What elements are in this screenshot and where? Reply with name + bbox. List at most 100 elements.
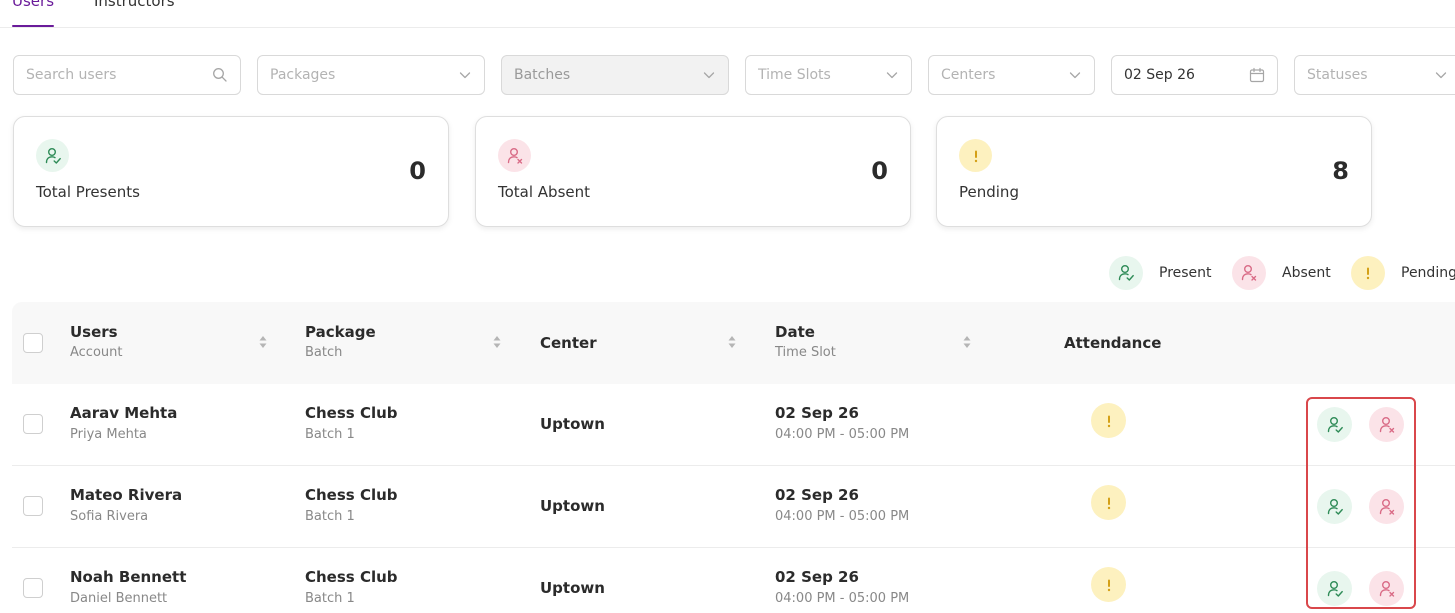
present-icon	[1325, 415, 1345, 435]
center-name: Uptown	[540, 579, 605, 597]
pending-card: Pending 8	[936, 116, 1372, 227]
pending-icon	[959, 139, 992, 172]
row-checkbox[interactable]	[23, 578, 43, 598]
package-name: Chess Club	[305, 486, 398, 504]
mark-absent-button[interactable]	[1369, 571, 1404, 606]
account-name: Priya Mehta	[70, 427, 147, 442]
date-picker[interactable]: 02 Sep 26	[1111, 55, 1278, 95]
absent-icon	[498, 139, 531, 172]
sort-icon[interactable]	[258, 334, 268, 350]
centers-select[interactable]: Centers	[928, 55, 1095, 95]
user-cell: Noah Bennett Daniel Bennett	[70, 568, 186, 606]
chevron-down-icon	[1434, 68, 1448, 82]
present-icon	[1325, 497, 1345, 517]
date-picker-value: 02 Sep 26	[1124, 67, 1195, 83]
chevron-down-icon	[458, 68, 472, 82]
total-absent-value: 0	[871, 157, 888, 185]
time-slots-select[interactable]: Time Slots	[745, 55, 912, 95]
header-package-label: Package	[305, 323, 376, 341]
package-name: Chess Club	[305, 568, 398, 586]
center-cell: Uptown	[540, 497, 605, 515]
date-cell: 02 Sep 26 04:00 PM - 05:00 PM	[775, 404, 909, 442]
header-date-label: Date	[775, 323, 815, 341]
absent-icon	[1377, 415, 1397, 435]
centers-select-label: Centers	[941, 67, 996, 83]
package-cell: Chess Club Batch 1	[305, 404, 398, 442]
pending-icon	[1351, 256, 1385, 290]
user-name[interactable]: Aarav Mehta	[70, 404, 177, 422]
package-name: Chess Club	[305, 404, 398, 422]
user-name[interactable]: Mateo Rivera	[70, 486, 182, 504]
chevron-down-icon	[702, 68, 716, 82]
date-value: 02 Sep 26	[775, 568, 859, 586]
pending-status-icon	[1091, 403, 1126, 438]
header-center[interactable]: Center	[540, 334, 597, 352]
statuses-select-label: Statuses	[1307, 67, 1368, 83]
legend-pending: Pending	[1351, 256, 1455, 290]
table-row	[12, 384, 1455, 466]
row-checkbox[interactable]	[23, 496, 43, 516]
center-cell: Uptown	[540, 579, 605, 597]
header-time-slot-label: Time Slot	[775, 345, 836, 360]
present-icon	[1109, 256, 1143, 290]
search-input[interactable]: Search users	[13, 55, 241, 95]
account-name: Daniel Bennett	[70, 591, 168, 606]
present-icon	[1325, 579, 1345, 599]
pending-label: Pending	[959, 183, 1019, 201]
packages-select-label: Packages	[270, 67, 336, 83]
table-row	[12, 466, 1455, 548]
row-checkbox[interactable]	[23, 414, 43, 434]
header-batch-label: Batch	[305, 345, 343, 360]
total-presents-card: Total Presents 0	[13, 116, 449, 227]
sort-icon[interactable]	[962, 334, 972, 350]
mark-absent-button[interactable]	[1369, 407, 1404, 442]
header-date[interactable]: Date Time Slot	[775, 323, 836, 360]
total-presents-label: Total Presents	[36, 183, 140, 201]
present-icon	[36, 139, 69, 172]
absent-icon	[1232, 256, 1266, 290]
mark-present-button[interactable]	[1317, 571, 1352, 606]
legend-present-label: Present	[1159, 265, 1212, 281]
batch-name: Batch 1	[305, 427, 355, 442]
header-package[interactable]: Package Batch	[305, 323, 376, 360]
search-placeholder: Search users	[26, 67, 117, 83]
date-value: 02 Sep 26	[775, 404, 859, 422]
sort-icon[interactable]	[492, 334, 502, 350]
time-slots-select-label: Time Slots	[758, 67, 831, 83]
header-attendance-label: Attendance	[1064, 334, 1162, 352]
mark-present-button[interactable]	[1317, 407, 1352, 442]
chevron-down-icon	[1068, 68, 1082, 82]
batches-select-label: Batches	[514, 67, 571, 83]
time-slot-value: 04:00 PM - 05:00 PM	[775, 591, 910, 606]
absent-icon	[1377, 579, 1397, 599]
date-cell: 02 Sep 26 04:00 PM - 05:00 PM	[775, 486, 909, 524]
statuses-select[interactable]: Statuses	[1294, 55, 1455, 95]
absent-icon	[1377, 497, 1397, 517]
header-account-label: Account	[70, 345, 123, 360]
pending-status-icon	[1091, 567, 1126, 602]
header-users[interactable]: Users Account	[70, 323, 123, 360]
calendar-icon	[1249, 67, 1265, 83]
header-center-label: Center	[540, 334, 597, 352]
time-slot-value: 04:00 PM - 05:00 PM	[775, 427, 910, 442]
mark-absent-button[interactable]	[1369, 489, 1404, 524]
legend-absent-label: Absent	[1282, 265, 1331, 281]
package-cell: Chess Club Batch 1	[305, 486, 398, 524]
account-name: Sofia Rivera	[70, 509, 149, 524]
legend-present: Present	[1109, 256, 1212, 290]
select-all-checkbox[interactable]	[23, 333, 43, 353]
total-absent-label: Total Absent	[498, 183, 591, 201]
total-absent-card: Total Absent 0	[475, 116, 911, 227]
legend-pending-label: Pending	[1401, 265, 1455, 281]
sort-icon[interactable]	[727, 334, 737, 350]
date-cell: 02 Sep 26 04:00 PM - 05:00 PM	[775, 568, 909, 606]
packages-select[interactable]: Packages	[257, 55, 485, 95]
user-name[interactable]: Noah Bennett	[70, 568, 186, 586]
pending-status-icon	[1091, 485, 1126, 520]
header-attendance: Attendance	[1064, 334, 1161, 352]
tab-instructors[interactable]: Instructors	[94, 0, 175, 10]
search-icon	[213, 68, 227, 82]
mark-present-button[interactable]	[1317, 489, 1352, 524]
batch-name: Batch 1	[305, 591, 355, 606]
tab-users[interactable]: Users	[12, 0, 55, 27]
